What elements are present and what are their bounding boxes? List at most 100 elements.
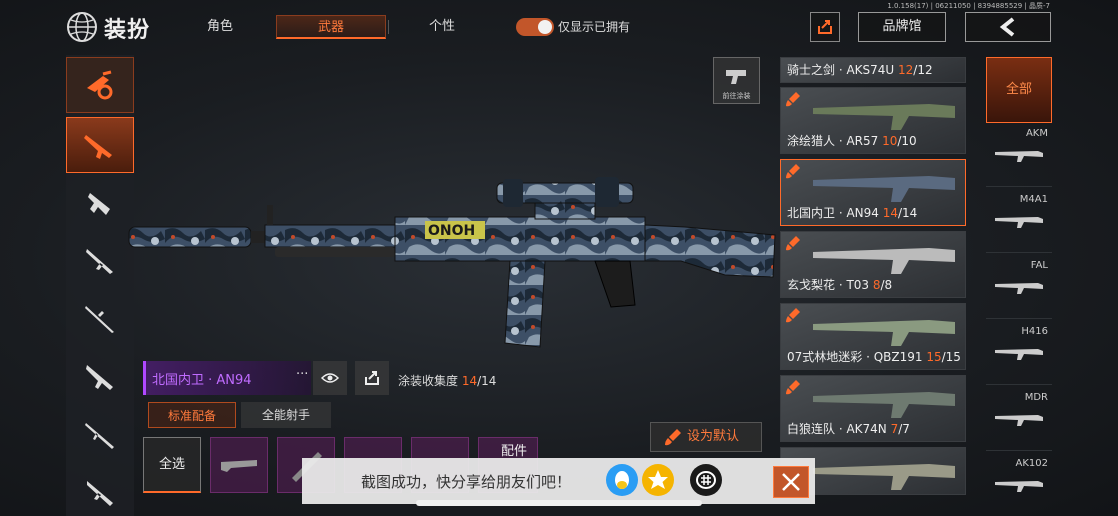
skin-preview-image <box>813 248 955 274</box>
go-to-paint-label: 前往涂装 <box>722 92 751 100</box>
tab-standard-loadout[interactable]: 标准配备 <box>148 402 236 428</box>
screen: 1.0.158(17) | 06211050 | 8394885529 | 晶质… <box>0 0 1118 516</box>
skin-preview-image <box>813 176 955 202</box>
skin-name: 涂绘猎人 · AR57 <box>787 134 883 148</box>
shotgun-icon <box>86 249 113 274</box>
tab-personality[interactable]: 个性 <box>400 15 484 39</box>
weapon-type-item[interactable]: AK102 <box>986 455 1052 516</box>
brush-icon <box>786 236 800 251</box>
more-options-button[interactable]: ··· <box>296 367 308 382</box>
category-sniper[interactable] <box>66 291 134 347</box>
weapon-type-label: MDR <box>1024 392 1048 403</box>
eye-icon <box>321 373 339 383</box>
select-all-button[interactable]: 全选 <box>143 437 201 493</box>
assault-rifle-icon <box>84 135 112 159</box>
category-assault-rifle[interactable] <box>66 117 134 173</box>
weapon-type-label: AKM <box>1025 128 1048 139</box>
skin-card-label: 北国内卫 · AN94 14/14 <box>787 204 917 221</box>
brush-icon <box>786 92 800 107</box>
globe-logo-icon <box>67 12 97 42</box>
skin-count: 8 <box>872 278 881 292</box>
brush-icon <box>786 308 800 323</box>
category-smg[interactable] <box>66 175 134 231</box>
go-to-paint-button[interactable]: 前往涂装 <box>713 57 760 104</box>
sniper-icon <box>85 306 114 333</box>
weapon-type-item[interactable]: M4A1 <box>986 191 1052 253</box>
rifle-silhouette-icon <box>995 151 1043 162</box>
skin-list: 骑士之剑 · AKS74U 12/12 涂绘猎人 · AR57 10/10 北国… <box>780 57 966 516</box>
skin-card-selected[interactable]: 北国内卫 · AN94 14/14 <box>780 159 966 226</box>
brush-icon <box>786 164 800 179</box>
category-pistol[interactable] <box>66 465 134 516</box>
weapon-preview[interactable]: ONOH <box>125 165 785 365</box>
skin-card[interactable]: 07式林地迷彩 · QBZ191 15/15 <box>780 303 966 370</box>
app-share-button[interactable] <box>690 464 722 496</box>
brush-icon <box>665 429 681 446</box>
weapon-type-item[interactable]: H416 <box>986 323 1052 385</box>
star-icon <box>648 470 668 489</box>
tab-all-round-shooter[interactable]: 全能射手 <box>241 402 331 428</box>
skin-total: /10 <box>897 134 917 148</box>
current-skin-panel[interactable]: 北国内卫 · AN94 ··· <box>143 361 311 395</box>
svg-text:ONOH: ONOH <box>428 223 475 239</box>
skin-card[interactable]: 骑士之剑 · AKS74U 12/12 <box>780 57 966 83</box>
skin-card-label: 涂绘猎人 · AR57 10/10 <box>787 132 917 149</box>
preview-button[interactable] <box>313 361 347 395</box>
skin-card-label: 骑士之剑 · AKS74U 12/12 <box>787 61 933 78</box>
current-skin-name: 北国内卫 · AN94 <box>152 373 252 388</box>
qq-share-button[interactable] <box>606 464 638 496</box>
special-weapon-icon <box>87 70 113 100</box>
skin-total: /8 <box>880 278 893 292</box>
set-default-button[interactable]: 设为默认 <box>650 422 762 452</box>
skin-card[interactable]: 白狼连队 · AK74N 7/7 <box>780 375 966 442</box>
lmg-icon <box>86 365 113 390</box>
skin-card-label: 07式林地迷彩 · QBZ191 15/15 <box>787 348 961 365</box>
category-special[interactable] <box>66 57 134 113</box>
toggle-label: 仅显示已拥有 <box>558 20 631 34</box>
type-all-button[interactable]: 全部 <box>986 57 1052 123</box>
skin-total: /15 <box>941 350 961 364</box>
home-indicator[interactable] <box>416 500 702 506</box>
category-lmg[interactable] <box>66 349 134 405</box>
weapon-type-label: FAL <box>1030 260 1048 271</box>
collection-label: 涂装收集度 <box>398 374 459 388</box>
rifle-silhouette-icon <box>995 217 1043 228</box>
skin-total: /12 <box>913 63 933 77</box>
share-skin-button[interactable] <box>355 361 389 395</box>
weapon-type-item[interactable]: MDR <box>986 389 1052 451</box>
tab-character[interactable]: 角色 <box>178 15 262 39</box>
share-button[interactable] <box>810 12 840 42</box>
brand-hall-button[interactable]: 品牌馆 <box>858 12 946 42</box>
skin-card[interactable]: 玄戈梨花 · T03 8/8 <box>780 231 966 298</box>
share-icon <box>365 371 379 385</box>
rifle-silhouette-icon <box>995 283 1043 294</box>
collection-total: /14 <box>477 374 497 388</box>
tab-weapon[interactable]: 武器 <box>276 15 386 39</box>
skin-card-label: 玄戈梨花 · T03 8/8 <box>787 276 892 293</box>
close-toast-button[interactable] <box>773 466 809 498</box>
weapon-type-label: M4A1 <box>1019 194 1048 205</box>
skin-count: 12 <box>898 63 914 77</box>
weapon-type-item[interactable]: AKM <box>986 125 1052 187</box>
attachment-slot[interactable] <box>210 437 268 493</box>
category-marksman[interactable] <box>66 407 134 463</box>
qzone-share-button[interactable] <box>642 464 674 496</box>
skin-name: 07式林地迷彩 · QBZ191 <box>787 350 927 364</box>
collection-count: 14 <box>461 374 478 388</box>
weapon-type-label: AK102 <box>1015 458 1049 469</box>
skin-preview-image <box>813 464 955 490</box>
skin-card-label: 白狼连队 · AK74N 7/7 <box>787 420 910 437</box>
top-bar: 1.0.158(17) | 06211050 | 8394885529 | 晶质… <box>0 0 1118 48</box>
close-icon <box>782 473 800 491</box>
toggle-switch[interactable] <box>516 18 554 36</box>
rifle-silhouette-icon <box>995 481 1043 492</box>
weapon-type-label: H416 <box>1021 326 1048 337</box>
skin-card[interactable]: 涂绘猎人 · AR57 10/10 <box>780 87 966 154</box>
tab-divider <box>388 20 389 34</box>
back-button[interactable] <box>965 12 1051 42</box>
category-shotgun[interactable] <box>66 233 134 289</box>
weapon-type-item[interactable]: FAL <box>986 257 1052 319</box>
skin-name: 玄戈梨花 · T03 <box>787 278 873 292</box>
skin-name: 骑士之剑 · AKS74U <box>787 63 899 77</box>
skin-preview-image <box>813 392 955 418</box>
